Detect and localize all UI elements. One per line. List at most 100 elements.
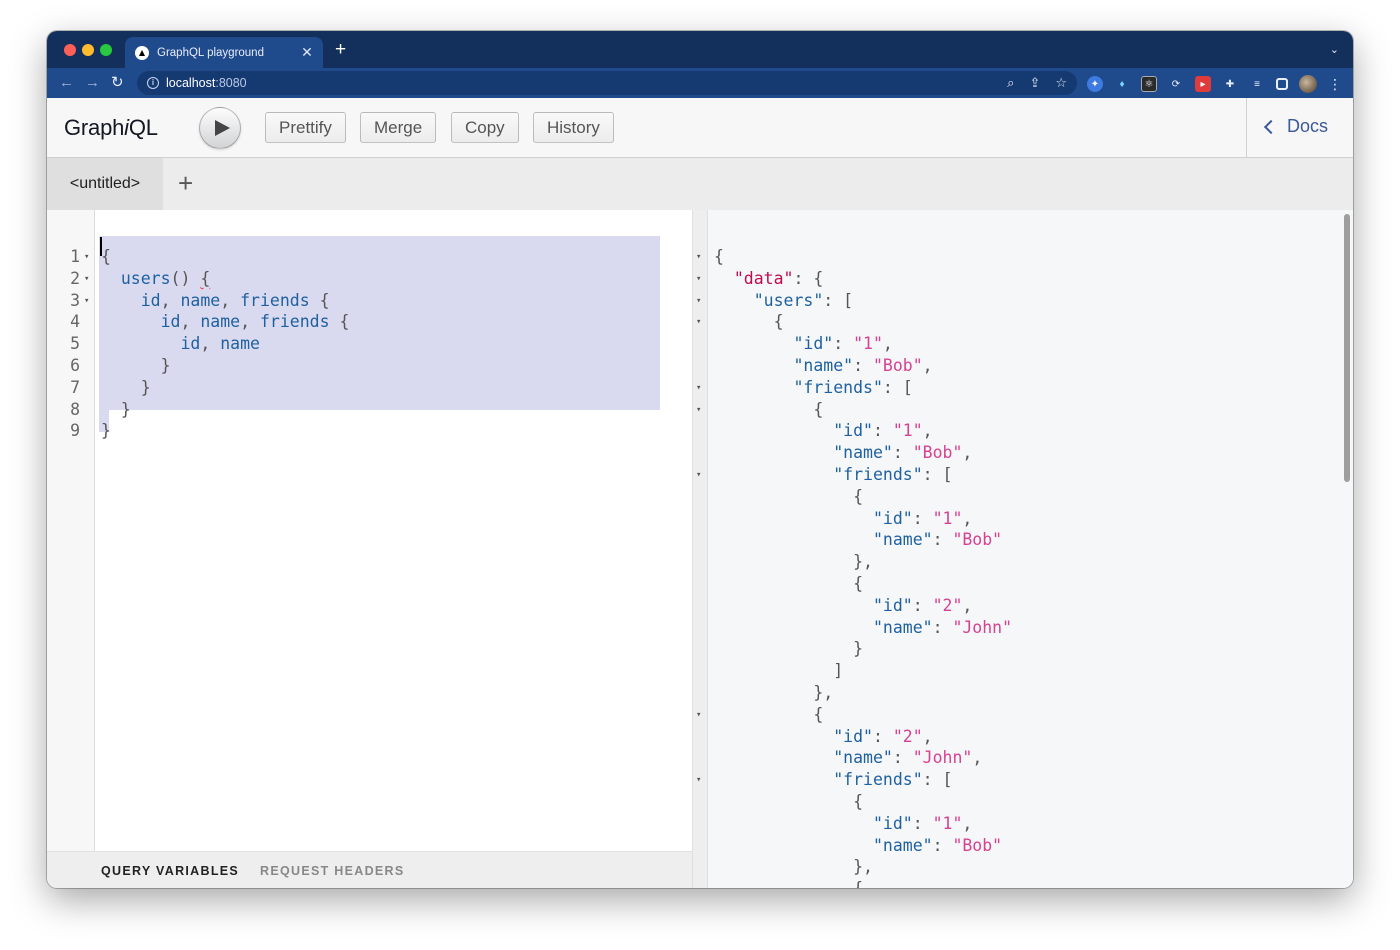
extensions-puzzle-icon[interactable]: ✚ (1222, 76, 1238, 92)
fold-arrow-icon[interactable]: ▾ (84, 290, 89, 312)
merge-button[interactable]: Merge (360, 112, 437, 143)
result-line: "friends": [ (793, 377, 913, 397)
browser-menu-icon[interactable]: ⋮ (1328, 77, 1342, 91)
browser-tab-title: GraphQL playground (157, 46, 264, 59)
extension-compass-icon[interactable]: ✦ (1087, 76, 1103, 92)
result-line: }, (714, 857, 873, 877)
query-line: } (101, 356, 171, 375)
fold-arrow-icon[interactable]: ▾ (84, 246, 89, 268)
site-info-icon[interactable]: i (147, 77, 159, 89)
tab-request-headers[interactable]: REQUEST HEADERS (260, 864, 405, 878)
query-line: id, name (180, 334, 260, 354)
execute-query-button[interactable] (199, 107, 241, 149)
line-number: 1 (70, 247, 80, 266)
chevron-left-icon (1263, 119, 1279, 135)
add-tab-button[interactable]: + (178, 170, 193, 196)
result-line: "name": "Bob" (872, 835, 1003, 855)
query-tabs-bar: <untitled> + (47, 158, 1353, 210)
graphiql-logo: GraphiQL (64, 115, 158, 140)
browser-toolbar: ← → ↻ i localhost:8080 ⌕ ⇪ ☆ ✦ ♦ ⚛ ⟳ ▸ ✚… (47, 68, 1353, 98)
back-arrow-icon[interactable]: ← (59, 74, 74, 92)
extension-react-icon[interactable]: ⚛ (1141, 76, 1157, 92)
maximize-window-button[interactable] (100, 44, 112, 56)
result-viewer: {▾ "data": {▾ "users": [▾ {▾ "id": "1", … (696, 210, 1353, 888)
result-line: "friends": [ (833, 770, 953, 790)
fold-arrow-icon[interactable]: ▾ (696, 769, 701, 791)
query-line: } (101, 421, 111, 441)
docs-area: Docs (1246, 98, 1353, 157)
fold-arrow-icon[interactable]: ▾ (696, 377, 701, 399)
tab-query-variables[interactable]: QUERY VARIABLES (101, 864, 239, 878)
line-number: 4 (70, 312, 80, 332)
browser-tab-strip: GraphQL playground ✕ + ⌄ (47, 31, 1353, 68)
docs-button[interactable]: Docs (1263, 116, 1329, 137)
extension-pin-icon[interactable]: ♦ (1114, 76, 1130, 92)
result-line: { (714, 312, 784, 332)
prettify-button[interactable]: Prettify (265, 112, 346, 143)
result-line: "friends": [ (833, 465, 953, 484)
query-line: } (101, 377, 151, 397)
extension-video-icon[interactable]: ▸ (1195, 76, 1211, 92)
query-line: } (101, 399, 131, 419)
fold-arrow-icon[interactable]: ▾ (696, 464, 701, 486)
graphql-favicon-icon (135, 45, 149, 60)
reading-list-icon[interactable]: ≡ (1249, 76, 1265, 92)
result-line: ] (714, 661, 844, 681)
fold-arrow-icon[interactable]: ▾ (696, 290, 701, 312)
close-window-button[interactable] (64, 44, 76, 56)
line-number-gutter: 1 ▾ 2 ▾ 3 ▾ 4 5 6 7 8 9 (47, 210, 95, 851)
docs-label: Docs (1287, 116, 1329, 136)
query-line: { (101, 247, 111, 266)
graphiql-toolbar: GraphiQL Prettify Merge Copy History Doc… (47, 98, 1353, 158)
new-tab-button[interactable]: + (335, 40, 346, 60)
browser-tab[interactable]: GraphQL playground ✕ (125, 37, 323, 68)
query-line: id, name, friends { (140, 290, 330, 310)
copy-button[interactable]: Copy (451, 112, 519, 143)
result-line: "name": "Bob", (793, 356, 933, 375)
fold-arrow-icon[interactable]: ▾ (84, 268, 89, 290)
bookmark-star-icon[interactable]: ☆ (1055, 75, 1067, 91)
fold-arrow-icon[interactable]: ▾ (696, 704, 701, 726)
result-line: }, (714, 552, 873, 572)
result-line: }, (714, 683, 834, 702)
close-tab-icon[interactable]: ✕ (297, 44, 317, 61)
query-line: id, name, friends { (160, 312, 350, 332)
query-variables-bar: QUERY VARIABLES REQUEST HEADERS (47, 851, 692, 888)
result-scrollbar[interactable] (1344, 214, 1350, 482)
result-line: "name": "John", (833, 748, 983, 768)
line-number: 5 (70, 334, 80, 354)
result-line: "id": "1", (833, 421, 933, 441)
address-bar[interactable]: i localhost:8080 ⌕ ⇪ ☆ (137, 71, 1077, 95)
tab-untitled[interactable]: <untitled> (47, 158, 163, 210)
result-line: { (714, 247, 724, 266)
result-line: "name": "John" (872, 617, 1013, 637)
line-number: 9 (70, 421, 80, 441)
result-line: { (714, 399, 824, 419)
side-panel-icon[interactable] (1276, 78, 1288, 90)
fold-arrow-icon[interactable]: ▾ (696, 246, 701, 268)
reload-icon[interactable]: ↻ (111, 74, 124, 92)
minimize-window-button[interactable] (82, 44, 94, 56)
query-line: users() { (120, 268, 211, 288)
profile-avatar[interactable] (1299, 75, 1317, 93)
url-host: localhost (166, 76, 216, 90)
share-icon[interactable]: ⇪ (1029, 75, 1040, 91)
result-line: { (714, 486, 864, 506)
result-line: "data": { (733, 268, 824, 288)
forward-arrow-icon[interactable]: → (85, 74, 100, 92)
result-line: } (714, 639, 864, 659)
line-number: 3 (70, 290, 80, 310)
history-button[interactable]: History (533, 112, 614, 143)
result-line: { (714, 792, 864, 811)
line-number: 7 (70, 377, 80, 397)
fold-arrow-icon[interactable]: ▾ (696, 399, 701, 421)
fold-arrow-icon[interactable]: ▾ (696, 268, 701, 290)
play-icon (215, 120, 230, 136)
query-editor[interactable]: 1 ▾ 2 ▾ 3 ▾ 4 5 6 7 8 9 { users() { id, name, frien… (47, 210, 692, 851)
result-line: "users": [ (753, 290, 854, 310)
zoom-icon[interactable]: ⌕ (1007, 75, 1014, 91)
fold-arrow-icon[interactable]: ▾ (696, 311, 701, 333)
url-port: :8080 (215, 76, 247, 90)
tab-search-chevron-icon[interactable]: ⌄ (1330, 43, 1339, 56)
extension-sync-icon[interactable]: ⟳ (1168, 76, 1184, 92)
